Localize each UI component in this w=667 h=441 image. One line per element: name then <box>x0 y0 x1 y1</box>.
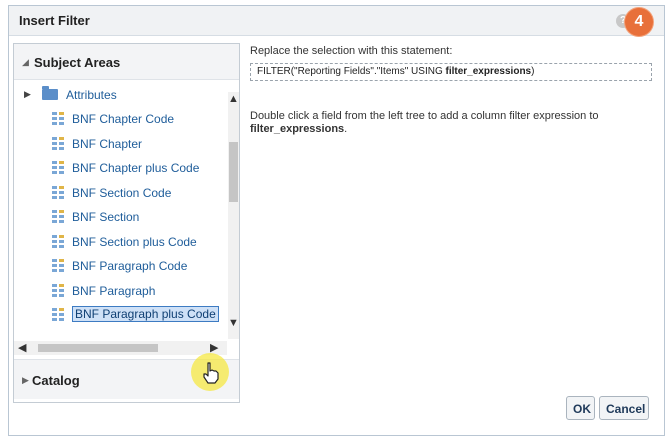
help-suffix: . <box>344 123 348 135</box>
left-panel: ◢ Subject Areas ▶ Attributes BNF Chapter… <box>13 43 240 403</box>
tree-column-item[interactable]: BNF Paragraph Code <box>14 256 227 276</box>
column-icon <box>52 308 65 321</box>
tree-folder-label: Attributes <box>66 88 117 102</box>
ok-button[interactable]: OK <box>566 396 595 420</box>
subject-areas-header[interactable]: ◢ Subject Areas <box>14 44 239 80</box>
step-number-badge: 4 <box>625 8 653 36</box>
statement-box: FILTER("Reporting Fields"."Items" USING … <box>250 63 652 81</box>
column-icon <box>52 234 65 248</box>
catalog-label: Catalog <box>32 373 80 388</box>
tree-column-item[interactable]: BNF Section Code <box>14 183 227 203</box>
tree-item-label: BNF Paragraph <box>72 283 156 298</box>
statement-suffix: ) <box>531 66 535 77</box>
folder-icon <box>42 86 58 100</box>
tree-column-item[interactable]: BNF Chapter Code <box>14 109 227 129</box>
help-placeholder: filter_expressions <box>250 123 345 135</box>
tree-column-item[interactable]: BNF Section plus Code <box>14 232 227 252</box>
tree-folder-attributes[interactable]: ▶ Attributes <box>14 85 227 105</box>
dialog-titlebar: Insert Filter ? 4 <box>9 6 664 36</box>
tree-item-label: BNF Chapter <box>72 136 143 151</box>
column-icon <box>52 210 65 223</box>
column-icon <box>52 136 65 150</box>
expand-arrow-icon[interactable]: ▶ <box>24 89 31 100</box>
expand-triangle-icon[interactable]: ▶ <box>22 375 29 386</box>
tree-item-label: BNF Section Code <box>72 185 172 200</box>
help-line: Double click a field from the left tree … <box>250 110 599 122</box>
tree-item-label: BNF Chapter Code <box>72 112 175 126</box>
column-icon <box>52 259 65 272</box>
scroll-down-icon[interactable]: ▼ <box>228 316 239 330</box>
tree-help-text: Double click a field from the left tree … <box>250 110 650 136</box>
collapse-triangle-icon[interactable]: ◢ <box>22 57 29 68</box>
tree-vertical-scrollbar[interactable]: ▲ ▼ <box>228 92 239 339</box>
column-icon <box>52 161 65 174</box>
tree-item-label: BNF Chapter plus Code <box>72 161 200 175</box>
filter-statement: FILTER("Reporting Fields"."Items" USING … <box>257 66 534 77</box>
statement-prefix: FILTER("Reporting Fields"."Items" USING <box>257 66 446 77</box>
tree-column-item[interactable]: BNF Paragraph plus Code <box>14 305 227 325</box>
horizontal-scroll-thumb[interactable] <box>38 344 158 352</box>
tree-item-label: BNF Paragraph Code <box>72 259 188 273</box>
scroll-left-icon[interactable]: ◀ <box>18 341 26 355</box>
tree-horizontal-scrollbar[interactable]: ◀ ▶ <box>14 341 227 355</box>
column-icon <box>52 185 65 199</box>
dialog-title: Insert Filter <box>19 13 90 28</box>
subject-area-tree: ▶ Attributes BNF Chapter Code BNF Chapter… <box>14 81 227 341</box>
hand-pointer-icon <box>203 362 219 384</box>
statement-instruction: Replace the selection with this statemen… <box>250 45 453 57</box>
cancel-button[interactable]: Cancel <box>599 396 649 420</box>
tree-column-item[interactable]: BNF Chapter <box>14 134 227 154</box>
tree-item-label: BNF Paragraph plus Code <box>72 306 219 322</box>
subject-areas-label: Subject Areas <box>34 55 121 70</box>
scroll-up-icon[interactable]: ▲ <box>228 92 239 106</box>
tree-item-label: BNF Section <box>72 210 140 224</box>
column-icon <box>52 283 65 297</box>
vertical-scroll-thumb[interactable] <box>229 142 238 202</box>
statement-placeholder: filter_expressions <box>445 66 532 77</box>
tree-column-item[interactable]: BNF Chapter plus Code <box>14 158 227 178</box>
tree-column-item[interactable]: BNF Paragraph <box>14 281 227 301</box>
column-icon <box>52 112 65 125</box>
tree-column-item[interactable]: BNF Section <box>14 207 227 227</box>
tree-item-label: BNF Section plus Code <box>72 234 197 249</box>
